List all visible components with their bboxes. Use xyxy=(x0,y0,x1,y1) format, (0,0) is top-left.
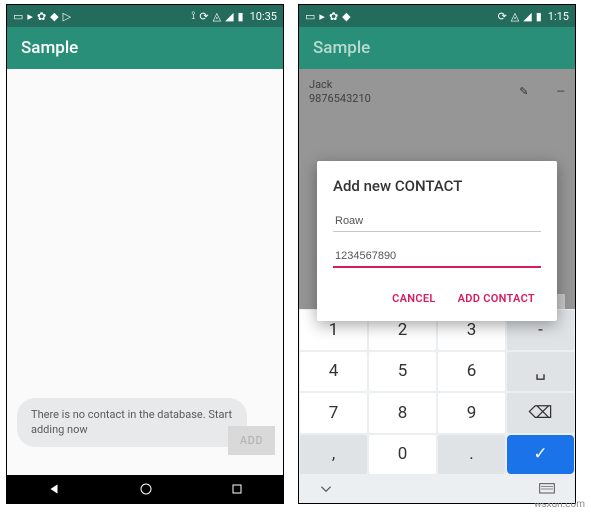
key-9[interactable]: 9 xyxy=(438,393,505,433)
apps-icon: ◆ xyxy=(50,10,58,23)
nav-bar xyxy=(7,475,283,503)
battery-icon: ▮ xyxy=(536,10,542,23)
wifi-icon: ◬ xyxy=(511,10,519,23)
back-icon[interactable] xyxy=(47,482,61,496)
numeric-keypad: 1 2 3 - 4 5 6 ␣ 7 8 9 ⌫ , 0 . ✓ xyxy=(299,309,575,475)
gear-icon: ✿ xyxy=(37,10,46,23)
key-comma[interactable]: , xyxy=(300,435,367,475)
apps-icon: ◆ xyxy=(342,10,350,23)
location-icon: ⟟ xyxy=(191,9,195,23)
sync-icon: ⟳ xyxy=(199,10,208,23)
message-icon: ▭ xyxy=(305,10,315,23)
key-0[interactable]: 0 xyxy=(369,435,436,475)
cast-icon: ▷ xyxy=(63,10,71,23)
name-field[interactable] xyxy=(333,211,541,232)
cancel-button[interactable]: CANCEL xyxy=(386,284,441,313)
key-space[interactable]: ␣ xyxy=(507,352,574,392)
play-icon: ▸ xyxy=(27,10,33,23)
play-icon: ▸ xyxy=(319,10,325,23)
recent-icon[interactable] xyxy=(231,483,243,495)
key-5[interactable]: 5 xyxy=(369,352,436,392)
clock: 10:35 xyxy=(250,10,277,23)
key-period[interactable]: . xyxy=(438,435,505,475)
key-6[interactable]: 6 xyxy=(438,352,505,392)
status-right: ⟳ ◬ ◢ ▮ 1:15 xyxy=(498,10,569,23)
content-area: Jack 9876543210 ✎ — ADD Add new CONTACT … xyxy=(299,69,575,503)
dialog-actions: CANCEL ADD CONTACT xyxy=(333,284,541,313)
app-title: Sample xyxy=(21,38,78,58)
phone-screen-right: ▭ ▸ ✿ ◆ ⟳ ◬ ◢ ▮ 1:15 Sample Jack 9876543… xyxy=(298,4,576,504)
key-submit[interactable]: ✓ xyxy=(507,435,574,475)
phone-screen-left: ▭ ▸ ✿ ◆ ▷ ⟟ ⟳ ◬ ◢ ▮ 10:35 Sample There i… xyxy=(6,4,284,504)
add-contact-dialog: Add new CONTACT CANCEL ADD CONTACT xyxy=(317,161,557,321)
status-bar: ▭ ▸ ✿ ◆ ▷ ⟟ ⟳ ◬ ◢ ▮ 10:35 xyxy=(7,5,283,27)
status-right: ⟟ ⟳ ◬ ◢ ▮ 10:35 xyxy=(191,9,277,23)
wifi-icon: ◬ xyxy=(213,10,221,23)
signal-icon: ◢ xyxy=(225,10,233,23)
status-left: ▭ ▸ ✿ ◆ ▷ xyxy=(13,10,71,23)
app-title: Sample xyxy=(313,38,370,58)
add-button[interactable]: ADD xyxy=(228,426,275,455)
key-4[interactable]: 4 xyxy=(300,352,367,392)
key-8[interactable]: 8 xyxy=(369,393,436,433)
key-7[interactable]: 7 xyxy=(300,393,367,433)
app-bar: Sample xyxy=(299,27,575,69)
confirm-button[interactable]: ADD CONTACT xyxy=(452,284,541,313)
keyboard-icon[interactable] xyxy=(539,483,555,495)
key-backspace[interactable]: ⌫ xyxy=(507,393,574,433)
message-icon: ▭ xyxy=(13,10,23,23)
phone-field[interactable] xyxy=(333,246,541,268)
collapse-icon[interactable] xyxy=(319,482,333,496)
battery-icon: ▮ xyxy=(238,10,244,23)
gear-icon: ✿ xyxy=(329,10,338,23)
clock: 1:15 xyxy=(548,10,569,23)
app-bar: Sample xyxy=(7,27,283,69)
sync-icon: ⟳ xyxy=(498,10,507,23)
status-bar: ▭ ▸ ✿ ◆ ⟳ ◬ ◢ ▮ 1:15 xyxy=(299,5,575,27)
content-area: There is no contact in the database. Sta… xyxy=(7,69,283,475)
toast-message: There is no contact in the database. Sta… xyxy=(17,398,247,447)
ime-bar xyxy=(299,475,575,503)
status-left: ▭ ▸ ✿ ◆ xyxy=(305,10,351,23)
signal-icon: ◢ xyxy=(523,10,531,23)
home-icon[interactable] xyxy=(140,483,152,495)
dialog-title: Add new CONTACT xyxy=(333,177,541,195)
